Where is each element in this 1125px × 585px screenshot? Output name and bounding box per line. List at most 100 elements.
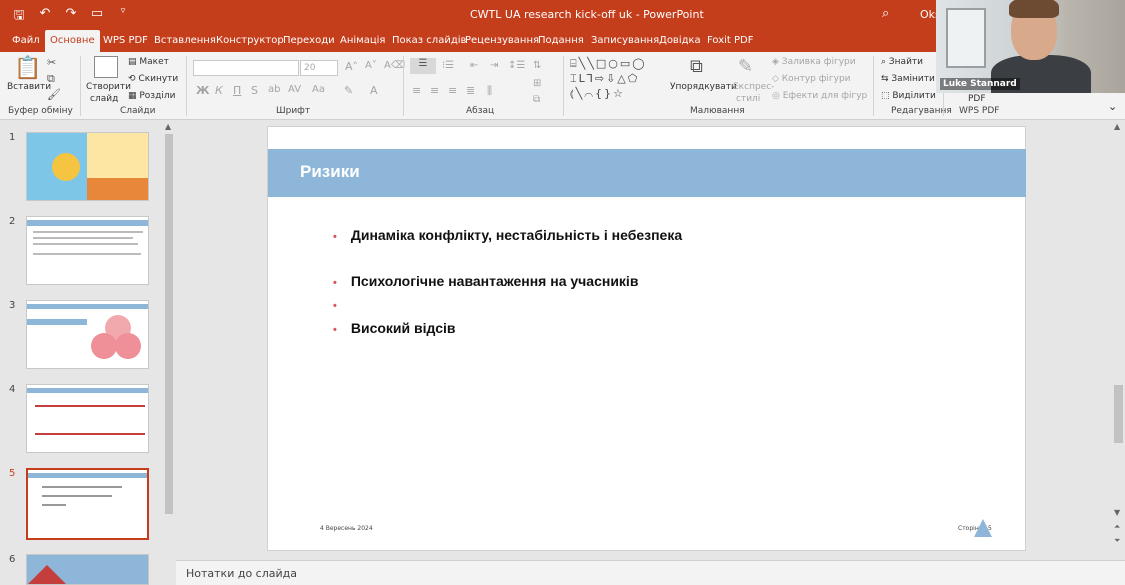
current-slide[interactable]: Ризики • Динаміка конфлікту, нестабільніс…	[267, 126, 1026, 551]
scroll-thumb[interactable]	[165, 134, 173, 514]
paste-button[interactable]: Вставити	[7, 82, 51, 92]
scroll-thumb[interactable]	[1114, 385, 1123, 443]
shape-fill-button[interactable]: Заливка фігури	[782, 57, 856, 67]
bullet-item[interactable]: • Високий відсів	[333, 320, 456, 336]
shrink-font-icon[interactable]: A˅	[365, 60, 377, 71]
tab-wps-pdf[interactable]: WPS PDF	[98, 30, 153, 52]
line-spacing-icon[interactable]: ↕☰	[508, 60, 525, 71]
slide-footer-date: 4 Вересень 2024	[320, 525, 373, 532]
scroll-down-icon[interactable]: ▼	[1114, 508, 1120, 517]
increase-indent-icon[interactable]: ⇥	[490, 60, 498, 71]
shapes-gallery-icon[interactable]: ⌸╲╲□○▭◯	[570, 57, 647, 71]
scroll-up-icon[interactable]: ▲	[1114, 122, 1120, 131]
copy-icon[interactable]: ⧉	[47, 72, 55, 86]
tab-foxit-pdf[interactable]: Foxit PDF	[702, 30, 758, 52]
thumb-banner	[27, 388, 148, 393]
grow-font-icon[interactable]: A˄	[345, 60, 358, 73]
slide-thumbnail-1[interactable]	[26, 132, 149, 201]
quick-styles-line1[interactable]: Експрес-	[733, 82, 774, 92]
arrange-icon[interactable]: ⧉	[690, 56, 703, 77]
shape-effects-button[interactable]: Ефекти для фігур	[783, 91, 868, 101]
font-color-icon[interactable]: A	[370, 84, 378, 97]
sections-button[interactable]: Розділи	[139, 91, 175, 101]
align-right-icon[interactable]: ≡	[448, 84, 457, 97]
shape-outline-button[interactable]: Контур фігури	[782, 74, 851, 84]
thumbnails-scrollbar[interactable]: ▲	[163, 122, 175, 522]
redo-icon[interactable]: ↷	[62, 6, 80, 28]
shapes-gallery-row2-icon[interactable]: ⌶Ⅼ⅂⇨⇩△⬠	[570, 72, 639, 86]
tab-home[interactable]: Основне	[45, 30, 100, 52]
align-left-icon[interactable]: ≡	[412, 84, 421, 97]
italic-button[interactable]: К	[215, 84, 223, 97]
bullet-item[interactable]: • Психологічне навантаження на учасників	[333, 273, 638, 289]
reset-button[interactable]: Скинути	[138, 74, 178, 84]
prev-slide-icon[interactable]: ⏶	[1114, 522, 1120, 532]
tab-help[interactable]: Довідка	[654, 30, 706, 52]
char-spacing-icon[interactable]: AV	[288, 84, 301, 95]
present-icon[interactable]: ▭	[88, 6, 106, 28]
notes-placeholder[interactable]: Нотатки до слайда	[186, 567, 297, 580]
arrange-button[interactable]: Упорядкувати	[670, 82, 737, 92]
cut-icon[interactable]: ✂	[47, 56, 56, 69]
divider	[186, 56, 187, 116]
strikethrough-button[interactable]: S	[251, 84, 258, 97]
more-icon[interactable]: ▿	[114, 6, 132, 28]
slide-thumbnail-2[interactable]	[26, 216, 149, 285]
scroll-up-icon[interactable]: ▲	[165, 122, 171, 131]
tab-record[interactable]: Записування	[586, 30, 664, 52]
bullet-item[interactable]: • Динаміка конфлікту, нестабільність і не…	[333, 227, 682, 243]
highlight-icon[interactable]: ✎	[344, 84, 353, 97]
bold-button[interactable]: Ж	[196, 84, 209, 97]
bullets-icon[interactable]: ☰	[410, 58, 436, 74]
tab-slideshow[interactable]: Показ слайдів	[387, 30, 471, 52]
notes-pane[interactable]: Нотатки до слайда	[176, 560, 1125, 585]
tab-file[interactable]: Файл	[7, 30, 45, 52]
collapse-ribbon-icon[interactable]: ⌄	[1108, 100, 1117, 113]
tab-review[interactable]: Рецензування	[460, 30, 544, 52]
save-icon[interactable]: 🖫	[10, 6, 28, 28]
paste-icon[interactable]: 📋	[14, 56, 41, 81]
tab-transitions[interactable]: Переходи	[278, 30, 340, 52]
next-slide-icon[interactable]: ⏷	[1114, 536, 1120, 546]
clear-format-icon[interactable]: A⌫	[384, 60, 405, 71]
align-center-icon[interactable]: ≡	[430, 84, 439, 97]
quick-styles-line2[interactable]: стилі	[736, 94, 760, 104]
slide-thumbnail-5[interactable]	[26, 468, 149, 540]
quick-styles-icon[interactable]: ✎	[738, 56, 753, 77]
undo-icon[interactable]: ↶	[36, 6, 54, 28]
slide-thumbnail-3[interactable]	[26, 300, 149, 369]
underline-button[interactable]: П	[233, 84, 241, 97]
align-text-icon[interactable]: ⊞	[533, 78, 541, 89]
tab-view[interactable]: Подання	[533, 30, 589, 52]
layout-button[interactable]: Макет	[139, 57, 169, 67]
shapes-gallery-row3-icon[interactable]: ⦅╲⌒{}☆	[570, 87, 625, 101]
font-size-field[interactable]: 20	[300, 60, 338, 76]
shadow-button[interactable]: ab	[268, 84, 280, 95]
new-slide-button-line2[interactable]: слайд	[90, 94, 118, 104]
smartart-icon[interactable]: ⧉	[533, 94, 540, 105]
text-direction-icon[interactable]: ⇅	[533, 60, 541, 71]
change-case-button[interactable]: Aa	[312, 84, 325, 95]
search-icon[interactable]: ⌕	[882, 6, 889, 21]
select-button[interactable]: Виділити	[892, 91, 935, 101]
bullet-item-empty[interactable]: •	[333, 296, 351, 312]
tab-animations[interactable]: Анімація	[335, 30, 390, 52]
new-slide-icon[interactable]	[94, 56, 118, 78]
font-size-value: 20	[304, 63, 316, 73]
editor-scrollbar[interactable]: ▲ ▼ ⏶ ⏷	[1112, 120, 1125, 560]
replace-button[interactable]: Замінити	[891, 74, 934, 84]
slide-thumbnail-4[interactable]	[26, 384, 149, 453]
new-slide-button-line1[interactable]: Створити	[86, 82, 131, 92]
numbering-icon[interactable]: ⁝☰	[442, 60, 454, 71]
thumb-banner	[27, 220, 148, 226]
clipboard-group-label: Буфер обміну	[8, 106, 73, 116]
justify-icon[interactable]: ≣	[466, 84, 475, 97]
decrease-indent-icon[interactable]: ⇤	[470, 60, 478, 71]
slide-title[interactable]: Ризики	[300, 162, 360, 182]
wps-pdf-button[interactable]: PDF	[968, 94, 986, 104]
slide-thumbnail-6[interactable]	[26, 554, 149, 585]
columns-icon[interactable]: ⫼	[487, 84, 492, 98]
font-name-field[interactable]	[193, 60, 299, 76]
format-painter-icon[interactable]: 🖌	[47, 88, 61, 101]
find-button[interactable]: Знайти	[889, 57, 923, 67]
